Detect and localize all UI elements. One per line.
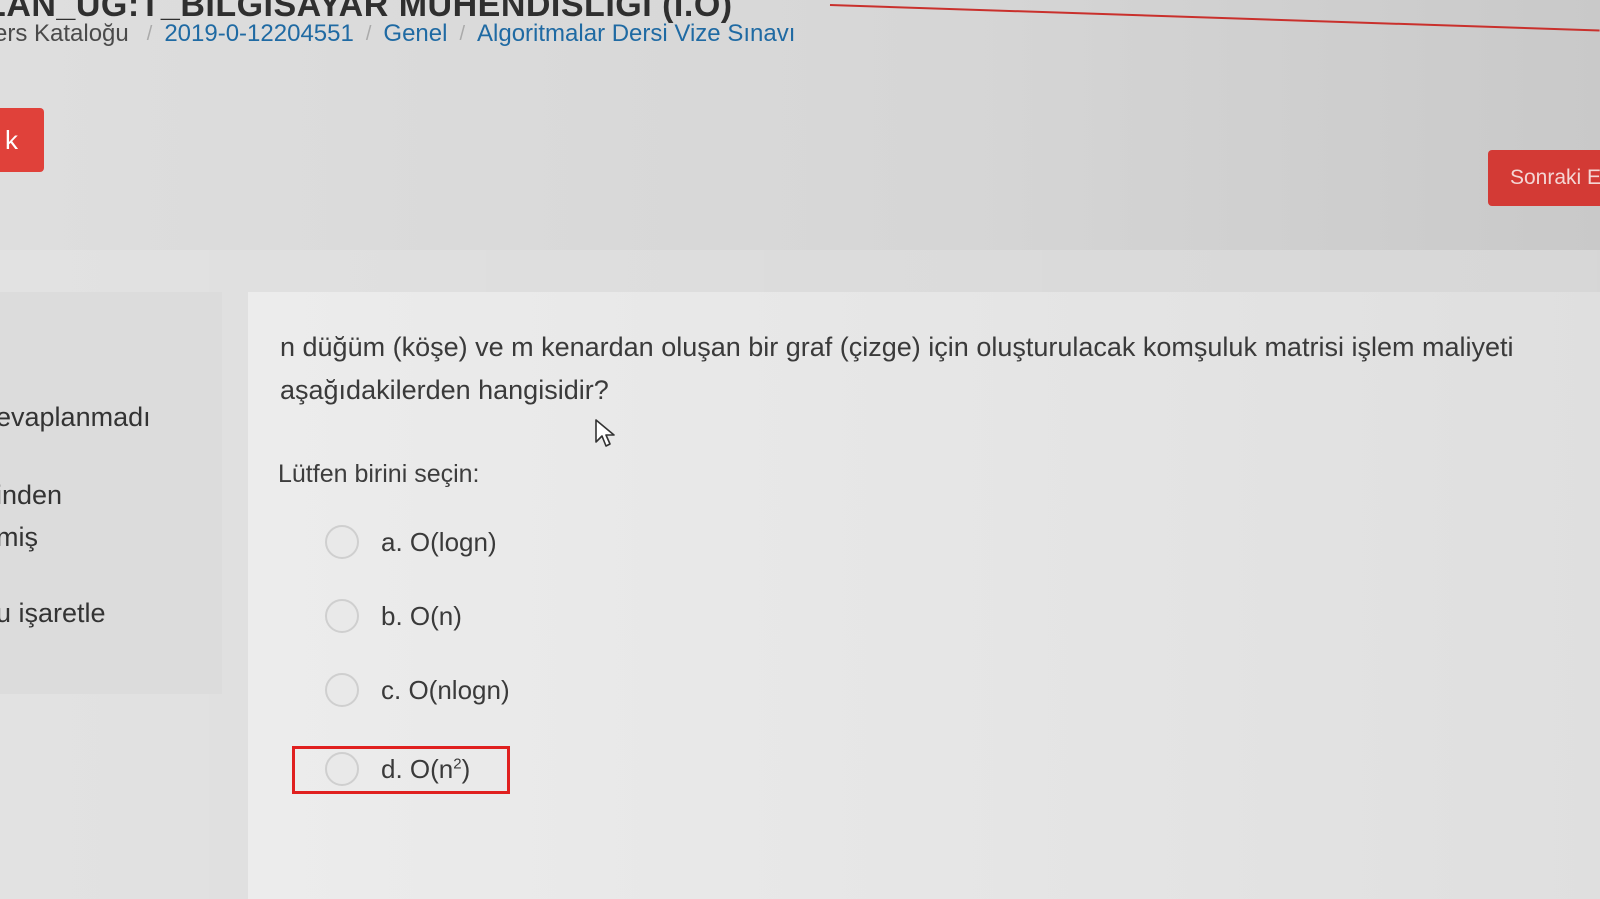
breadcrumb-item-catalog[interactable]: ers Kataloğu (0, 20, 129, 48)
flag-question-link[interactable]: u işaretle (0, 598, 106, 629)
breadcrumb-item-general[interactable]: Genel (383, 20, 447, 48)
radio-c[interactable] (325, 673, 359, 707)
answer-highlight-box (292, 746, 510, 794)
answer-option-c-label[interactable]: c. O(nlogn) (381, 675, 510, 706)
next-page-button[interactable]: Sonraki E (1488, 150, 1600, 206)
question-status: evaplanmadı (0, 402, 151, 432)
answer-option-c[interactable]: c. O(nlogn) (325, 670, 510, 710)
answer-option-b[interactable]: b. O(n) (325, 596, 462, 636)
question-text: n düğüm (köşe) ve m kenardan oluşan bir … (280, 332, 1514, 405)
breadcrumb-item-course-code[interactable]: 2019-0-12204551 (164, 20, 354, 48)
answer-option-a[interactable]: a. O(logn) (325, 522, 497, 562)
answer-prompt: Lütfen birini seçin: (278, 460, 480, 488)
answer-option-a-label[interactable]: a. O(logn) (381, 527, 497, 558)
question-grade-line1: inden (0, 480, 63, 510)
back-button-label: k (5, 124, 18, 155)
breadcrumb-separator: / (146, 22, 153, 45)
breadcrumb-separator: / (365, 22, 372, 45)
answer-option-b-label[interactable]: b. O(n) (381, 601, 462, 632)
radio-a[interactable] (325, 525, 359, 559)
mouse-pointer-icon (595, 419, 615, 447)
back-button[interactable]: k (0, 108, 44, 172)
next-page-button-label: Sonraki E (1510, 166, 1600, 189)
radio-b[interactable] (325, 599, 359, 633)
breadcrumb-separator: / (459, 22, 466, 45)
breadcrumb: ers Kataloğu / 2019-0-12204551 / Genel /… (0, 20, 795, 48)
question-grade-line2: miş (0, 522, 38, 552)
breadcrumb-item-exam[interactable]: Algoritmalar Dersi Vize Sınavı (477, 20, 795, 48)
